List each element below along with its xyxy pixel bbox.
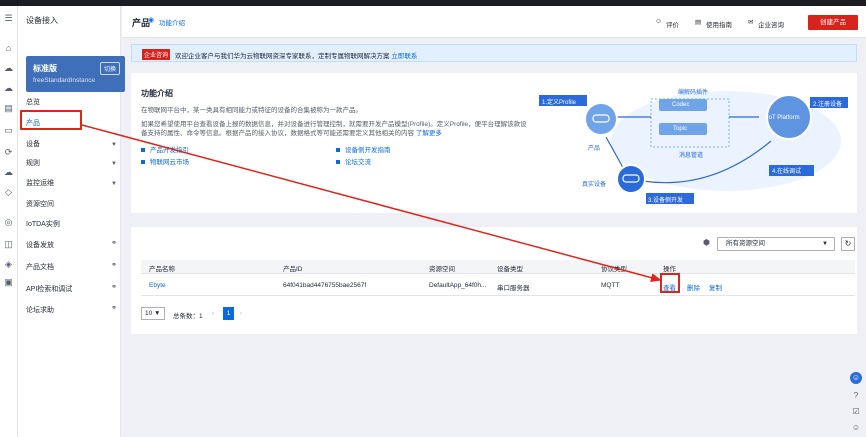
annotation-arrow — [81, 124, 662, 283]
arrow-line — [81, 124, 662, 283]
chat-icon[interactable]: ☺ — [850, 422, 862, 434]
help-icon[interactable]: ? — [850, 390, 862, 402]
assistant-icon[interactable]: ☺ — [850, 372, 862, 384]
feedback-icon[interactable]: ☑ — [850, 406, 862, 418]
